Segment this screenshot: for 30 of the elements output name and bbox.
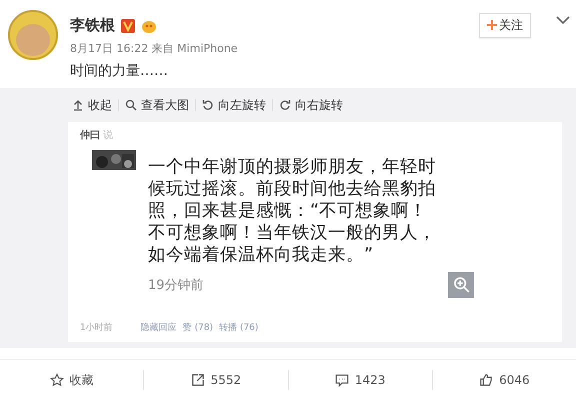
speech-bubble-icon xyxy=(334,373,349,387)
thumbs-up-icon xyxy=(479,373,494,387)
embedded-author: 仲曰 xyxy=(80,130,100,141)
search-icon xyxy=(125,99,137,111)
favorite-button[interactable]: 收藏 xyxy=(0,370,144,390)
rotate-left-icon xyxy=(202,99,214,111)
zoom-button[interactable]: 查看大图 xyxy=(119,96,195,114)
level-icon xyxy=(141,18,157,32)
follow-button[interactable]: 关注 xyxy=(479,13,531,38)
embedded-post-time: 19分钟前 xyxy=(148,277,204,294)
says-label: 说 xyxy=(103,130,113,141)
post-time: 8月17日 16:22 来自 MimiPhone xyxy=(70,41,238,56)
reply-time: 1小时前 xyxy=(80,322,113,334)
avatar[interactable] xyxy=(8,10,58,60)
collapse-button[interactable]: 收起 xyxy=(66,96,118,114)
zoom-in-icon[interactable] xyxy=(448,272,474,298)
like-button[interactable]: 6046 xyxy=(432,372,576,388)
post-text: 时间的力量…… xyxy=(70,62,169,80)
rotate-right-icon xyxy=(279,99,291,111)
chevron-down-icon[interactable] xyxy=(556,16,570,24)
plus-icon xyxy=(487,20,497,30)
star-icon xyxy=(50,373,64,387)
repost-button[interactable]: 5552 xyxy=(144,372,288,388)
author-name[interactable]: 李铁根 xyxy=(70,16,115,35)
comment-button[interactable]: 1423 xyxy=(288,372,432,388)
rotate-right-button[interactable]: 向右旋转 xyxy=(273,96,349,114)
rotate-left-button[interactable]: 向左旋转 xyxy=(196,96,272,114)
upload-arrow-icon xyxy=(72,99,84,111)
embedded-post-text: 一个中年谢顶的摄影师朋友，年轻时候玩过摇滚。前段时间他去给黑豹拍照，回来甚是感慨：“不可想象啊！不可想象啊！当年铁汉一般的男人，如今端着保温杯向我走来。” xyxy=(148,156,437,266)
share-arrow-icon xyxy=(190,373,205,387)
